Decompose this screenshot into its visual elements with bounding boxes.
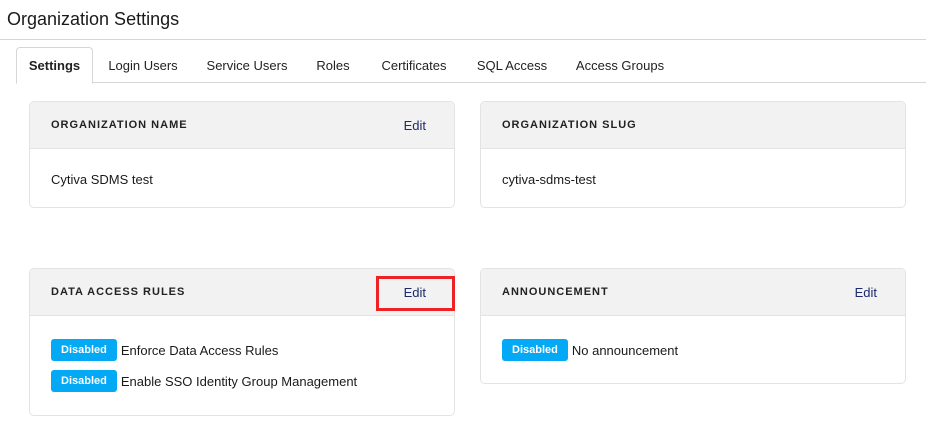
tab-bar: Settings Login Users Service Users Roles… (16, 47, 926, 84)
edit-organization-name-button[interactable]: Edit (404, 118, 426, 133)
rule-row: Disabled Enable SSO Identity Group Manag… (51, 370, 357, 392)
organization-slug-card: ORGANIZATION SLUG cytiva-sdms-test (480, 101, 906, 208)
tab-certificates[interactable]: Certificates (372, 47, 456, 83)
card-title: ORGANIZATION SLUG (502, 119, 637, 131)
rule-row: Disabled Enforce Data Access Rules (51, 339, 278, 361)
tab-login-users[interactable]: Login Users (98, 47, 188, 83)
edit-data-access-rules-button[interactable]: Edit (404, 285, 426, 300)
organization-name-value: Cytiva SDMS test (51, 172, 153, 187)
rule-label: Enforce Data Access Rules (120, 342, 279, 358)
announcement-row: Disabled No announcement (502, 339, 678, 361)
organization-name-card: ORGANIZATION NAME Edit Cytiva SDMS test (29, 101, 455, 208)
announcement-label: No announcement (571, 342, 679, 358)
tab-access-groups[interactable]: Access Groups (569, 47, 671, 83)
card-header: ORGANIZATION SLUG (481, 102, 905, 149)
tab-settings[interactable]: Settings (16, 47, 93, 84)
tab-service-users[interactable]: Service Users (198, 47, 296, 83)
data-access-rules-card: DATA ACCESS RULES Edit Disabled Enforce … (29, 268, 455, 416)
title-divider (0, 39, 926, 40)
card-header: DATA ACCESS RULES Edit (30, 269, 454, 316)
announcement-card: ANNOUNCEMENT Edit Disabled No announceme… (480, 268, 906, 384)
card-title: ORGANIZATION NAME (51, 119, 188, 131)
card-header: ANNOUNCEMENT Edit (481, 269, 905, 316)
tab-bar-divider (16, 82, 926, 83)
status-badge: Disabled (502, 339, 568, 361)
page-title: Organization Settings (7, 9, 180, 29)
organization-slug-value: cytiva-sdms-test (502, 172, 596, 187)
rule-label: Enable SSO Identity Group Management (120, 373, 358, 389)
edit-announcement-button[interactable]: Edit (855, 285, 877, 300)
status-badge: Disabled (51, 339, 117, 361)
tab-sql-access[interactable]: SQL Access (470, 47, 554, 83)
card-title: ANNOUNCEMENT (502, 286, 609, 298)
tab-roles[interactable]: Roles (308, 47, 358, 83)
card-header: ORGANIZATION NAME Edit (30, 102, 454, 149)
status-badge: Disabled (51, 370, 117, 392)
card-title: DATA ACCESS RULES (51, 286, 186, 298)
